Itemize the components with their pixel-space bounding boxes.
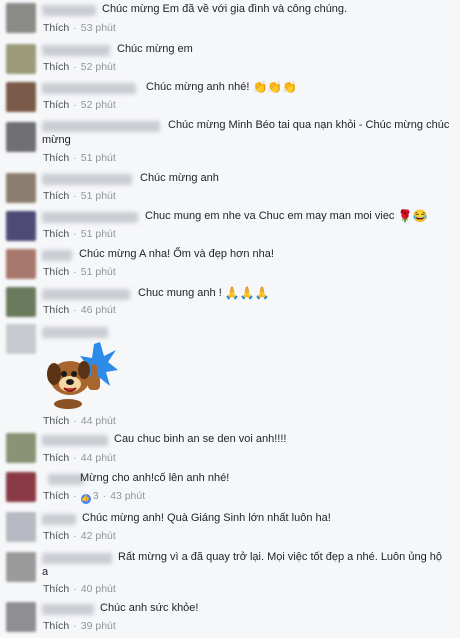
clap-emoji: 👏 xyxy=(282,80,298,94)
comment-item: Chúc mừng anh nhé! 👏👏👏 Thích · 52 phút xyxy=(0,78,460,116)
comment-meta: Thích · 44 phút xyxy=(43,415,116,427)
comment-text: Chúc mừng em xyxy=(117,43,193,55)
comment-text: Chúc mừng Em đã về với gia đình và công … xyxy=(102,3,348,15)
comment-meta: Thích · 👍 3 · 43 phút xyxy=(43,490,146,504)
rose-emoji: 🌹 xyxy=(397,209,413,223)
comment-text: Chúc mừng anh! Quà Giáng Sinh lớn nhất l… xyxy=(82,512,331,524)
comment-meta: Thích · 51 phút xyxy=(43,266,116,278)
like-link[interactable]: Thích xyxy=(43,266,69,278)
avatar[interactable] xyxy=(6,173,36,203)
comment-text: Chúc anh sức khỏe! xyxy=(100,602,199,614)
thumbs-up-dog-sticker[interactable] xyxy=(44,338,118,412)
comment-item: Chúc mừng anh Thích · 51 phút xyxy=(0,169,460,207)
comment-item: Mừng cho anh!cố lên anh nhé! Thích · 👍 3 · 43… xyxy=(0,469,460,507)
comment-item: Rất mừng vì a đã quay trở lại. Mọi việc … xyxy=(0,548,460,598)
avatar[interactable] xyxy=(6,82,36,112)
comment-time[interactable]: 40 phút xyxy=(81,583,116,595)
avatar[interactable] xyxy=(6,249,36,279)
comment-meta: Thích · 51 phút xyxy=(43,152,116,164)
avatar[interactable] xyxy=(6,287,36,317)
comment-meta: Thích · 46 phút xyxy=(43,304,116,316)
comment-meta: Thích · 53 phút xyxy=(43,22,116,34)
like-link[interactable]: Thích xyxy=(43,583,69,595)
comment-meta: Thích · 51 phút xyxy=(43,228,116,240)
comment-time[interactable]: 46 phút xyxy=(81,304,116,316)
comment-meta: Thích · 44 phút xyxy=(43,452,116,464)
like-link[interactable]: Thích xyxy=(43,22,69,34)
avatar[interactable] xyxy=(6,602,36,632)
comment-text: Chúc mừng Minh Béo tai qua nạn khỏi - Ch… xyxy=(42,119,450,146)
folded-hands-emoji: 🙏 xyxy=(224,286,240,300)
comment-time[interactable]: 42 phút xyxy=(81,530,116,542)
comment-time[interactable]: 52 phút xyxy=(81,99,116,111)
comment-time[interactable]: 51 phút xyxy=(81,190,116,202)
commenter-name-blurred[interactable] xyxy=(42,327,108,338)
like-link[interactable]: Thích xyxy=(43,190,69,202)
comment-meta: Thích · 39 phút xyxy=(43,620,116,632)
comment-feed: Chúc mừng Em đã về với gia đình và công … xyxy=(0,0,460,638)
comment-item: Chúc anh sức khỏe! Thích · 39 phút xyxy=(0,599,460,638)
comment-item: Chúc mừng A nha! Ốm và đẹp hơn nha! Thíc… xyxy=(0,245,460,283)
avatar[interactable] xyxy=(6,324,36,354)
clap-emoji: 👏 xyxy=(267,80,283,94)
comment-text: Cau chuc binh an se den voi anh!!!! xyxy=(114,433,287,445)
avatar[interactable] xyxy=(6,433,36,463)
comment-text: Rất mừng vì a đã quay trở lại. Mọi việc … xyxy=(42,551,442,578)
folded-hands-emoji: 🙏 xyxy=(239,286,255,300)
comment-item: Chuc mung anh ! 🙏🙏🙏 Thích · 46 phút xyxy=(0,284,460,322)
avatar[interactable] xyxy=(6,472,36,502)
comment-time[interactable]: 51 phút xyxy=(81,266,116,278)
comment-text: Mừng cho anh!cố lên anh nhé! xyxy=(80,472,230,484)
comment-item: Chúc mừng em Thích · 52 phút xyxy=(0,40,460,78)
folded-hands-emoji: 🙏 xyxy=(254,286,270,300)
comment-meta: Thích · 40 phút xyxy=(43,583,116,595)
comment-item: Chuc mung em nhe va Chuc em may man moi … xyxy=(0,207,460,245)
like-link[interactable]: Thích xyxy=(43,530,69,542)
like-link[interactable]: Thích xyxy=(43,99,69,111)
comment-time[interactable]: 39 phút xyxy=(81,620,116,632)
clap-emoji: 👏 xyxy=(252,80,268,94)
like-link[interactable]: Thích xyxy=(43,152,69,164)
comment-time[interactable]: 52 phút xyxy=(81,61,116,73)
like-link[interactable]: Thích xyxy=(43,415,69,427)
like-link[interactable]: Thích xyxy=(43,452,69,464)
comment-meta: Thích · 52 phút xyxy=(43,61,116,73)
comment-meta: Thích · 51 phút xyxy=(43,190,116,202)
avatar[interactable] xyxy=(6,44,36,74)
avatar[interactable] xyxy=(6,552,36,582)
like-link[interactable]: Thích xyxy=(43,304,69,316)
comment-time[interactable]: 44 phút xyxy=(81,452,116,464)
comment-item: Chúc mừng Minh Béo tai qua nạn khỏi - Ch… xyxy=(0,116,460,168)
comment-text: Chúc mừng A nha! Ốm và đẹp hơn nha! xyxy=(79,248,274,260)
avatar[interactable] xyxy=(6,512,36,542)
comment-item: Cau chuc binh an se den voi anh!!!! Thíc… xyxy=(0,430,460,468)
avatar[interactable] xyxy=(6,3,36,33)
comment-text: Chuc mung anh ! 🙏🙏🙏 xyxy=(138,286,270,300)
comment-item: Chúc mừng Em đã về với gia đình và công … xyxy=(0,0,460,38)
comment-time[interactable]: 51 phút xyxy=(81,228,116,240)
comment-text: Chúc mừng anh nhé! 👏👏👏 xyxy=(146,80,298,94)
comment-time[interactable]: 43 phút xyxy=(110,490,145,502)
like-link[interactable]: Thích xyxy=(43,61,69,73)
comment-meta: Thích · 52 phút xyxy=(43,99,116,111)
like-link[interactable]: Thích xyxy=(43,620,69,632)
comment-item: Chúc mừng anh! Quà Giáng Sinh lớn nhất l… xyxy=(0,509,460,547)
like-reaction-icon[interactable]: 👍 xyxy=(80,494,91,504)
reaction-count[interactable]: 3 xyxy=(93,490,99,502)
like-link[interactable]: Thích xyxy=(43,490,69,502)
comment-meta: Thích · 42 phút xyxy=(43,530,116,542)
comment-time[interactable]: 51 phút xyxy=(81,152,116,164)
comment-time[interactable]: 44 phút xyxy=(81,415,116,427)
like-link[interactable]: Thích xyxy=(43,228,69,240)
comment-text: Chúc mừng anh xyxy=(140,172,219,184)
comment-time[interactable]: 53 phút xyxy=(81,22,116,34)
avatar[interactable] xyxy=(6,122,36,152)
laughing-emoji: 😂 xyxy=(412,209,428,223)
avatar[interactable] xyxy=(6,211,36,241)
comment-text: Chuc mung em nhe va Chuc em may man moi … xyxy=(145,209,428,223)
